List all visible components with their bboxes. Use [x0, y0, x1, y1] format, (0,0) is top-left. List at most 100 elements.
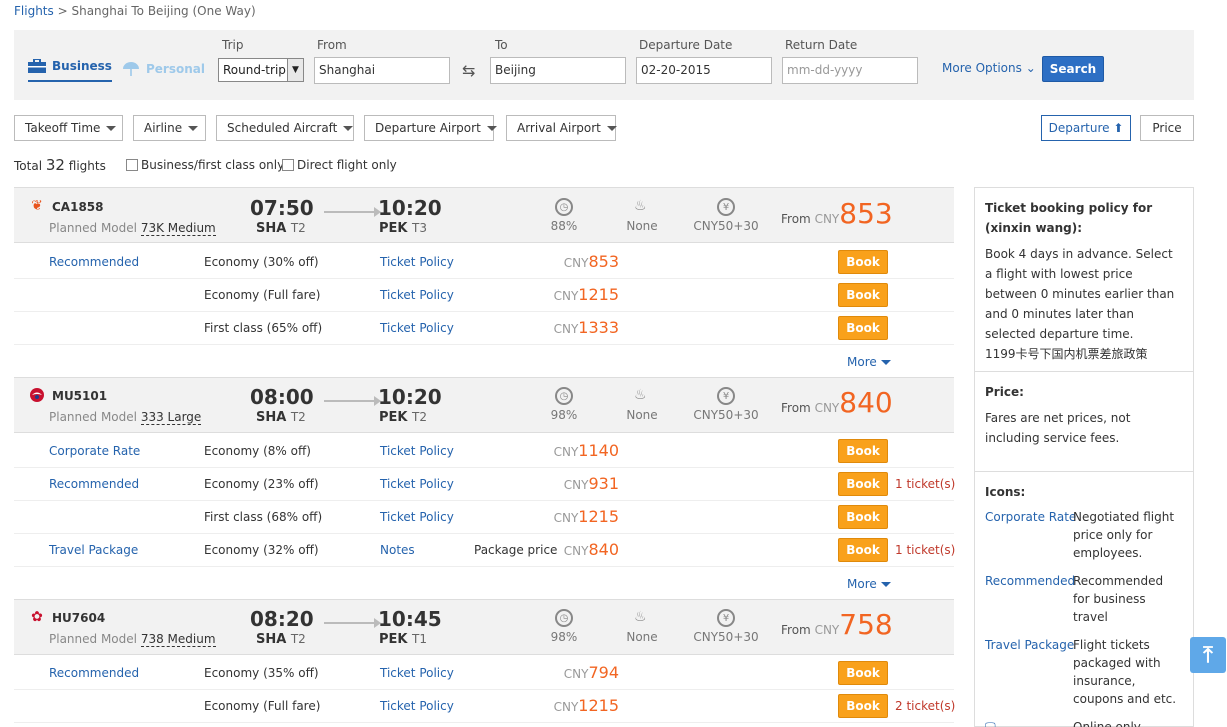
breadcrumb-flights-link[interactable]: Flights — [14, 4, 54, 18]
ticket-policy-link[interactable]: Ticket Policy — [380, 477, 454, 491]
filter-scheduled-aircraft[interactable]: Scheduled Aircraft — [216, 115, 354, 141]
tab-business[interactable]: Business — [28, 56, 112, 82]
departure-airport: SHA T2 — [256, 410, 306, 425]
tab-personal-label: Personal — [146, 62, 205, 76]
ticket-policy-link[interactable]: Ticket Policy — [380, 510, 454, 524]
tickets-left: 2 ticket(s) — [895, 699, 956, 713]
price-text: Fares are net prices, not including serv… — [985, 411, 1131, 445]
currency-label: CNY — [553, 511, 579, 525]
price-value: 1333 — [578, 318, 619, 337]
more-options-link[interactable]: More Options ⌄ — [942, 61, 1036, 75]
sort-departure-button[interactable]: Departure ⬆ — [1041, 115, 1131, 141]
total-prefix: Total — [14, 159, 43, 173]
fare-row: Economy (Full fare) Ticket Policy CNY121… — [14, 690, 956, 723]
book-button[interactable]: Book — [838, 250, 888, 274]
terminal: T2 — [290, 410, 306, 424]
briefcase-icon — [28, 59, 46, 73]
air-china-logo-icon: ❦ — [31, 198, 43, 214]
planned-model: Planned Model 333 Large — [49, 410, 202, 425]
aircraft-model-link[interactable]: 333 Large — [140, 410, 202, 425]
ticket-policy-link[interactable]: Ticket Policy — [380, 699, 454, 713]
filter-airline[interactable]: Airline — [133, 115, 206, 141]
fare-type-link[interactable]: Recommended — [49, 666, 139, 680]
arrival-airport: PEK T1 — [379, 632, 427, 647]
fare-price: CNY794 — [564, 663, 619, 682]
filter-arrival-airport[interactable]: Arrival Airport — [506, 115, 617, 141]
book-button[interactable]: Book — [838, 316, 888, 340]
book-button[interactable]: Book — [838, 538, 888, 562]
more-fares-link[interactable]: More — [847, 577, 891, 591]
terminal: T2 — [290, 221, 306, 235]
more-fares-link[interactable]: More — [847, 355, 891, 369]
legend-key: Travel Package — [985, 638, 1075, 652]
airport-code: PEK — [379, 410, 408, 425]
terminal: T2 — [290, 632, 306, 646]
from-price: From CNY853 — [781, 197, 893, 230]
ticket-policy-link[interactable]: Ticket Policy — [380, 321, 454, 335]
more-label: More — [847, 355, 877, 369]
china-eastern-logo-icon — [28, 387, 46, 403]
ticket-policy-link[interactable]: Ticket Policy — [380, 255, 454, 269]
swap-icon[interactable]: ⇆ — [462, 61, 475, 80]
cabin-class: Economy (30% off) — [204, 255, 319, 269]
departure-date-input[interactable]: 02-20-2015 — [636, 57, 772, 84]
aircraft-model-link[interactable]: 738 Medium — [140, 632, 216, 647]
price-value: 1215 — [578, 285, 619, 304]
trip-select[interactable]: Round-trip ▼ — [218, 58, 304, 82]
price-value: 931 — [588, 474, 619, 493]
filter-departure-airport[interactable]: Departure Airport — [364, 115, 497, 141]
ticket-policy-link[interactable]: Ticket Policy — [380, 666, 454, 680]
fare-type-link[interactable]: Travel Package — [49, 543, 138, 557]
ticket-policy-link[interactable]: Ticket Policy — [380, 288, 454, 302]
hainan-airlines-logo-icon: ✿ — [31, 609, 43, 625]
sort-price-button[interactable]: Price — [1140, 115, 1194, 141]
aircraft-model-link[interactable]: 73K Medium — [140, 221, 216, 236]
dropdown-arrow-icon: ▼ — [287, 59, 303, 81]
tax-info: CNY50+30 — [693, 408, 759, 422]
price-value: 840 — [588, 540, 619, 559]
book-button[interactable]: Book — [838, 661, 888, 685]
flight-arrow-icon — [324, 396, 381, 406]
back-to-top-button[interactable]: ⤒ — [1190, 637, 1226, 673]
checkbox-box[interactable] — [282, 159, 294, 171]
policy-title: Ticket booking policy for (xinxin wang): — [985, 201, 1153, 235]
trip-select-value: Round-trip — [223, 63, 286, 77]
caret-down-icon — [106, 125, 117, 131]
to-input[interactable]: Beijing — [490, 57, 626, 84]
return-date-input[interactable]: mm-dd-yyyy — [782, 57, 918, 84]
filter-takeoff-time[interactable]: Takeoff Time — [14, 115, 123, 141]
from-input[interactable]: Shanghai — [314, 57, 450, 84]
fare-price: CNY1215 — [554, 507, 619, 526]
departure-time: 08:00 — [250, 385, 314, 409]
fare-price: CNY931 — [564, 474, 619, 493]
currency-label: CNY — [563, 667, 589, 681]
notes-link[interactable]: Notes — [380, 543, 415, 557]
ticket-policy-link[interactable]: Ticket Policy — [380, 444, 454, 458]
book-button[interactable]: Book — [838, 472, 888, 496]
planned-model-label: Planned Model — [49, 410, 137, 424]
checkbox-box[interactable] — [126, 159, 138, 171]
filter-label: Arrival Airport — [517, 121, 601, 135]
book-button[interactable]: Book — [838, 283, 888, 307]
legend-value: Recommended for business travel — [1073, 574, 1164, 624]
lowest-price: 758 — [839, 608, 893, 641]
tab-personal[interactable]: Personal — [122, 56, 205, 82]
from-label: From — [781, 212, 811, 226]
business-first-only-checkbox[interactable]: Business/first class only — [126, 158, 284, 172]
clock-icon: ◷ — [555, 387, 573, 405]
planned-model: Planned Model 738 Medium — [49, 632, 216, 647]
meal-info: None — [626, 630, 658, 644]
fare-type-link[interactable]: Recommended — [49, 477, 139, 491]
search-button[interactable]: Search — [1042, 56, 1104, 82]
price-value: 1215 — [578, 507, 619, 526]
book-button[interactable]: Book — [838, 694, 888, 718]
yen-icon: ¥ — [717, 387, 735, 405]
direct-flight-only-checkbox[interactable]: Direct flight only — [282, 158, 397, 172]
more-options-label: More Options — [942, 61, 1022, 75]
booking-policy-section: Ticket booking policy for (xinxin wang):… — [975, 188, 1193, 372]
fare-type-link[interactable]: Recommended — [49, 255, 139, 269]
fare-type-link[interactable]: Corporate Rate — [49, 444, 140, 458]
book-button[interactable]: Book — [838, 505, 888, 529]
fare-row: Recommended Economy (23% off) Ticket Pol… — [14, 468, 955, 501]
book-button[interactable]: Book — [838, 439, 888, 463]
